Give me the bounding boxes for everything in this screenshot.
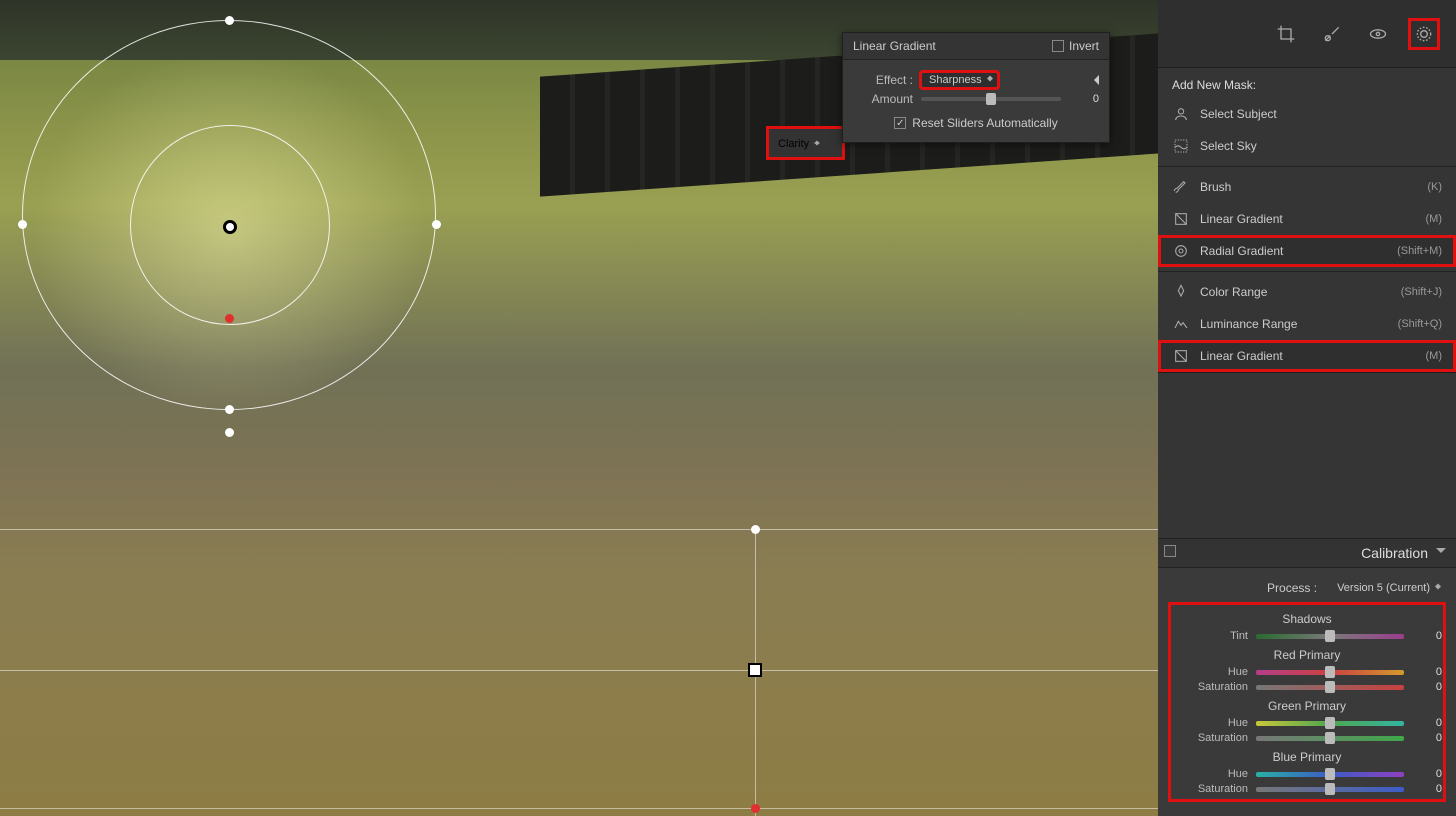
luminance-icon bbox=[1172, 315, 1190, 333]
linear-icon bbox=[1172, 210, 1190, 228]
linear-gradient-panel: Linear Gradient Invert Effect : Sharpnes… bbox=[842, 32, 1110, 143]
reset-sliders-checkbox[interactable]: ✓Reset Sliders Automatically bbox=[894, 116, 1057, 130]
mask-tool-icon[interactable] bbox=[1410, 20, 1438, 48]
mask-item-label: Brush bbox=[1200, 180, 1231, 194]
gizmo-feather-handle[interactable] bbox=[225, 314, 234, 323]
gizmo-handle-e[interactable] bbox=[432, 220, 441, 229]
mask-item-select-sky[interactable]: Select Sky bbox=[1158, 130, 1456, 162]
keyboard-shortcut: (K) bbox=[1427, 181, 1442, 193]
slider-value: 0 bbox=[1412, 768, 1442, 780]
tint-slider[interactable] bbox=[1256, 634, 1404, 639]
color-icon bbox=[1172, 283, 1190, 301]
mask-list: Add New Mask: Select Subject Select Sky Br… bbox=[1158, 68, 1456, 373]
cal-group-green-primary: Green Primary bbox=[1172, 699, 1442, 713]
slider-label: Saturation bbox=[1172, 732, 1248, 744]
panel-toggle-icon[interactable] bbox=[1164, 545, 1176, 557]
mask-item-label: Linear Gradient bbox=[1200, 349, 1283, 363]
linear-handle-center[interactable] bbox=[748, 663, 762, 677]
slider-label: Saturation bbox=[1172, 681, 1248, 693]
slider-value: 0 bbox=[1412, 630, 1442, 642]
linear-handle-bottom[interactable] bbox=[751, 804, 760, 813]
brush-icon bbox=[1172, 178, 1190, 196]
mask-item-label: Luminance Range bbox=[1200, 317, 1297, 331]
hue-slider[interactable] bbox=[1256, 670, 1404, 675]
amount-slider[interactable] bbox=[921, 97, 1061, 101]
sky-icon bbox=[1172, 137, 1190, 155]
eye-tool-icon[interactable] bbox=[1364, 20, 1392, 48]
slider-label: Saturation bbox=[1172, 783, 1248, 795]
person-icon bbox=[1172, 105, 1190, 123]
saturation-slider[interactable] bbox=[1256, 787, 1404, 792]
mask-item-label: Radial Gradient bbox=[1200, 244, 1283, 258]
toolstrip bbox=[1158, 0, 1456, 68]
hue-slider[interactable] bbox=[1256, 772, 1404, 777]
gizmo-center[interactable] bbox=[223, 220, 237, 234]
mask-item-luminance-range[interactable]: Luminance Range (Shift+Q) bbox=[1158, 308, 1456, 340]
process-dropdown[interactable]: Version 5 (Current) bbox=[1329, 580, 1446, 596]
slider-label: Tint bbox=[1172, 630, 1248, 642]
slider-label: Hue bbox=[1172, 717, 1248, 729]
slider-label: Hue bbox=[1172, 768, 1248, 780]
crop-tool-icon[interactable] bbox=[1272, 20, 1300, 48]
mask-item-radial-gradient[interactable]: Radial Gradient (Shift+M) bbox=[1158, 235, 1456, 267]
slider-value: 0 bbox=[1412, 666, 1442, 678]
keyboard-shortcut: (M) bbox=[1426, 350, 1443, 362]
clarity-dropdown[interactable]: Clarity bbox=[768, 128, 843, 158]
linear-handle-top[interactable] bbox=[751, 525, 760, 534]
add-mask-label: Add New Mask: bbox=[1158, 68, 1456, 98]
panel-title: Linear Gradient bbox=[853, 39, 936, 53]
mask-item-label: Select Subject bbox=[1200, 107, 1277, 121]
slider-value: 0 bbox=[1412, 681, 1442, 693]
slider-value: 0 bbox=[1412, 783, 1442, 795]
mask-item-label: Linear Gradient bbox=[1200, 212, 1283, 226]
keyboard-shortcut: (M) bbox=[1426, 213, 1443, 225]
cal-group-shadows: Shadows bbox=[1172, 612, 1442, 626]
linear-guide-line[interactable] bbox=[0, 670, 1158, 671]
right-sidebar: Add New Mask: Select Subject Select Sky Br… bbox=[1158, 0, 1456, 816]
gizmo-handle-w[interactable] bbox=[18, 220, 27, 229]
keyboard-shortcut: (Shift+M) bbox=[1397, 245, 1442, 257]
slider-value: 0 bbox=[1412, 732, 1442, 744]
linear-icon bbox=[1172, 347, 1190, 365]
collapse-icon[interactable] bbox=[1436, 548, 1446, 558]
mask-item-color-range[interactable]: Color Range (Shift+J) bbox=[1158, 276, 1456, 308]
mask-item-label: Select Sky bbox=[1200, 139, 1257, 153]
keyboard-shortcut: (Shift+J) bbox=[1401, 286, 1442, 298]
keyboard-shortcut: (Shift+Q) bbox=[1398, 318, 1442, 330]
linear-guide-line[interactable] bbox=[0, 529, 1158, 530]
mask-item-linear-gradient[interactable]: Linear Gradient (M) bbox=[1158, 340, 1456, 372]
gizmo-handle-s[interactable] bbox=[225, 405, 234, 414]
calibration-panel: Calibration Process : Version 5 (Current… bbox=[1158, 538, 1456, 816]
heal-tool-icon[interactable] bbox=[1318, 20, 1346, 48]
slider-label: Hue bbox=[1172, 666, 1248, 678]
radial-icon bbox=[1172, 242, 1190, 260]
slider-value: 0 bbox=[1412, 717, 1442, 729]
cal-group-blue-primary: Blue Primary bbox=[1172, 750, 1442, 764]
hue-slider[interactable] bbox=[1256, 721, 1404, 726]
disclosure-icon[interactable] bbox=[1089, 75, 1099, 85]
mask-item-linear-gradient[interactable]: Linear Gradient (M) bbox=[1158, 203, 1456, 235]
invert-checkbox[interactable]: Invert bbox=[1052, 39, 1099, 53]
cal-group-red-primary: Red Primary bbox=[1172, 648, 1442, 662]
mask-item-label: Color Range bbox=[1200, 285, 1267, 299]
mask-item-select-subject[interactable]: Select Subject bbox=[1158, 98, 1456, 130]
linear-guide-line[interactable] bbox=[0, 808, 1158, 809]
gizmo-handle-s2[interactable] bbox=[225, 428, 234, 437]
mask-item-brush[interactable]: Brush (K) bbox=[1158, 171, 1456, 203]
effect-dropdown[interactable]: Sharpness bbox=[921, 72, 998, 88]
saturation-slider[interactable] bbox=[1256, 685, 1404, 690]
saturation-slider[interactable] bbox=[1256, 736, 1404, 741]
gizmo-handle-n[interactable] bbox=[225, 16, 234, 25]
